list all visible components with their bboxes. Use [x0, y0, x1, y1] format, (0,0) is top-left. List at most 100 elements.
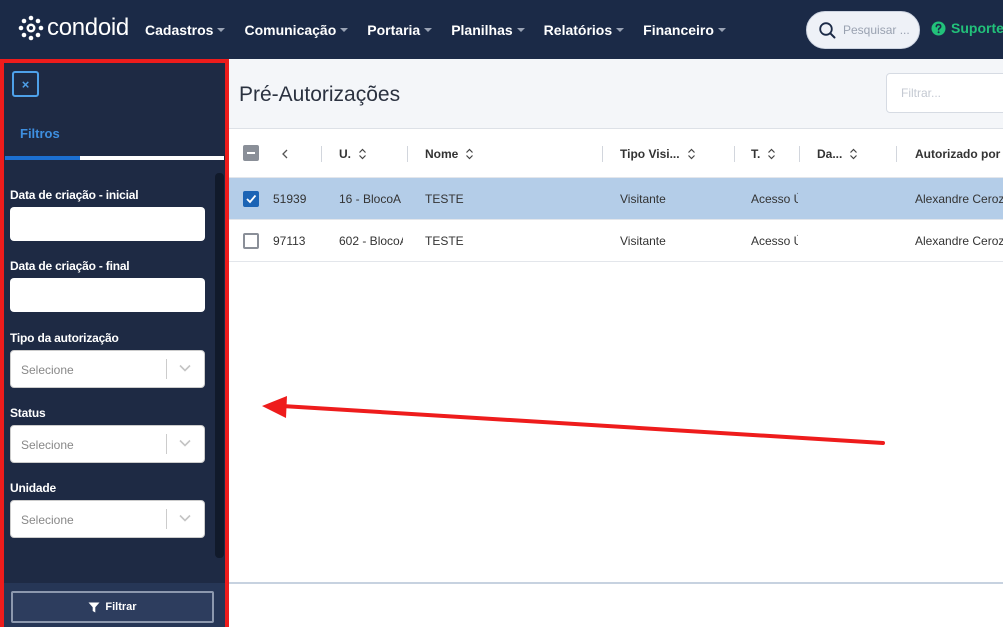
funnel-icon — [88, 602, 100, 612]
main-menu: Cadastros Comunicação Portaria Planilhas… — [145, 0, 745, 59]
minus-icon — [247, 152, 255, 154]
column-header-data[interactable]: Da... — [817, 129, 858, 178]
logo-text: condoid — [47, 14, 129, 41]
question-circle-icon — [931, 21, 946, 35]
filter-sidebar: × Filtros Data de criação - inicial Data… — [0, 59, 229, 627]
table-row[interactable]: 51939 16 - BlocoA TESTE Visitante Acesso… — [229, 178, 1003, 220]
menu-item-label: Relatórios — [543, 21, 613, 38]
select-separator — [166, 359, 167, 379]
collapse-column-button[interactable] — [281, 129, 289, 178]
column-header-label: Nome — [425, 146, 459, 161]
caret-down-icon — [717, 27, 726, 32]
column-separator — [602, 146, 603, 162]
created-start-label: Data de criação - inicial — [10, 188, 139, 202]
table-header-row: U. Nome Tipo Visi... T. Da... Autorizado… — [229, 129, 1003, 178]
logo[interactable]: condoid — [18, 14, 129, 42]
cell-tipo-visitante: Visitante — [620, 192, 666, 206]
auth-type-label: Tipo da autorização — [10, 331, 119, 345]
tab-filtros[interactable]: Filtros — [20, 126, 60, 141]
cell-tipo: Acesso Ú — [751, 234, 798, 248]
table-footer-divider — [229, 582, 1003, 584]
sort-updown-icon — [850, 148, 858, 159]
column-header-nome[interactable]: Nome — [425, 129, 474, 178]
column-separator — [734, 146, 735, 162]
column-separator — [321, 146, 322, 162]
cell-id: 51939 — [273, 192, 307, 206]
chevron-left-icon — [282, 149, 288, 158]
row-checkbox[interactable] — [243, 233, 259, 249]
menu-item-label: Comunicação — [244, 21, 337, 38]
chevron-down-icon — [179, 514, 191, 522]
search-placeholder: Pesquisar ... — [843, 23, 910, 37]
cell-unidade: 16 - BlocoA — [339, 192, 402, 206]
select-separator — [166, 434, 167, 454]
filter-button-label: Filtrar — [105, 601, 137, 613]
apply-filter-button[interactable]: Filtrar — [11, 591, 214, 623]
column-separator — [896, 146, 897, 162]
unit-select[interactable]: Selecione — [10, 500, 205, 538]
menu-item-portaria[interactable]: Portaria — [367, 21, 433, 38]
column-header-label: T. — [751, 146, 761, 161]
search-icon — [819, 21, 836, 38]
auth-type-select[interactable]: Selecione — [10, 350, 205, 388]
caret-down-icon — [424, 27, 433, 32]
caret-down-icon — [340, 27, 349, 32]
support-link[interactable]: Suporte — [931, 20, 1003, 36]
menu-item-label: Portaria — [367, 21, 421, 38]
caret-down-icon — [217, 27, 226, 32]
table-row[interactable]: 97113 602 - BlocoA TESTE Visitante Acess… — [229, 220, 1003, 262]
created-end-input[interactable] — [10, 278, 205, 312]
column-header-tipo[interactable]: T. — [751, 129, 776, 178]
cell-autorizado-por: Alexandre Ceroz — [915, 234, 1003, 248]
chevron-down-icon — [179, 364, 191, 372]
tab-active-indicator — [5, 156, 80, 160]
sort-updown-icon — [687, 148, 695, 159]
column-header-label: U. — [339, 146, 351, 161]
cell-nome: TESTE — [425, 234, 464, 248]
cell-tipo-visitante: Visitante — [620, 234, 666, 248]
caret-down-icon — [616, 27, 625, 32]
page-title: Pré-Autorizações — [239, 83, 401, 106]
select-value: Selecione — [21, 363, 74, 377]
created-start-input[interactable] — [10, 207, 205, 241]
column-header-label: Tipo Visi... — [620, 146, 680, 161]
menu-item-relatorios[interactable]: Relatórios — [543, 21, 625, 38]
menu-item-planilhas[interactable]: Planilhas — [451, 21, 525, 38]
close-icon: × — [21, 76, 30, 92]
global-search[interactable]: Pesquisar ... — [806, 11, 920, 49]
table-filter-input[interactable] — [886, 73, 1003, 113]
support-label: Suporte — [951, 20, 1003, 36]
cell-id: 97113 — [273, 234, 306, 248]
row-checkbox[interactable] — [243, 191, 259, 207]
column-header-autorizado-por[interactable]: Autorizado por — [915, 129, 1000, 178]
unit-label: Unidade — [10, 481, 56, 495]
column-header-label: Autorizado por — [915, 146, 1001, 161]
top-navbar: condoid Cadastros Comunicação Portaria P… — [0, 0, 1003, 59]
status-select[interactable]: Selecione — [10, 425, 205, 463]
content-header: Pré-Autorizações — [229, 59, 1003, 129]
column-separator — [799, 146, 800, 162]
menu-item-comunicacao[interactable]: Comunicação — [244, 21, 349, 38]
sort-updown-icon — [359, 148, 366, 159]
tab-divider — [80, 156, 224, 160]
cell-nome: TESTE — [425, 192, 464, 206]
checkmark-icon — [246, 194, 257, 204]
cell-unidade: 602 - BlocoA — [339, 234, 403, 248]
menu-item-financeiro[interactable]: Financeiro — [643, 22, 726, 38]
cell-autorizado-por: Alexandre Ceroz — [915, 192, 1003, 206]
sort-updown-icon — [768, 148, 776, 159]
sidebar-scrollbar[interactable] — [215, 173, 224, 558]
caret-down-icon — [516, 27, 525, 32]
close-sidebar-button[interactable]: × — [12, 71, 39, 97]
column-header-tipo-visitante[interactable]: Tipo Visi... — [620, 129, 696, 178]
cell-tipo: Acesso Ú — [751, 192, 798, 206]
status-label: Status — [10, 406, 46, 420]
select-value: Selecione — [21, 438, 74, 452]
menu-item-label: Planilhas — [451, 21, 513, 38]
pre-authorizations-table: U. Nome Tipo Visi... T. Da... Autorizado… — [229, 129, 1003, 262]
select-all-checkbox[interactable] — [243, 145, 259, 161]
menu-item-cadastros[interactable]: Cadastros — [145, 22, 226, 38]
column-header-unidade[interactable]: U. — [339, 129, 367, 178]
created-end-label: Data de criação - final — [10, 259, 130, 273]
column-separator — [407, 146, 408, 162]
